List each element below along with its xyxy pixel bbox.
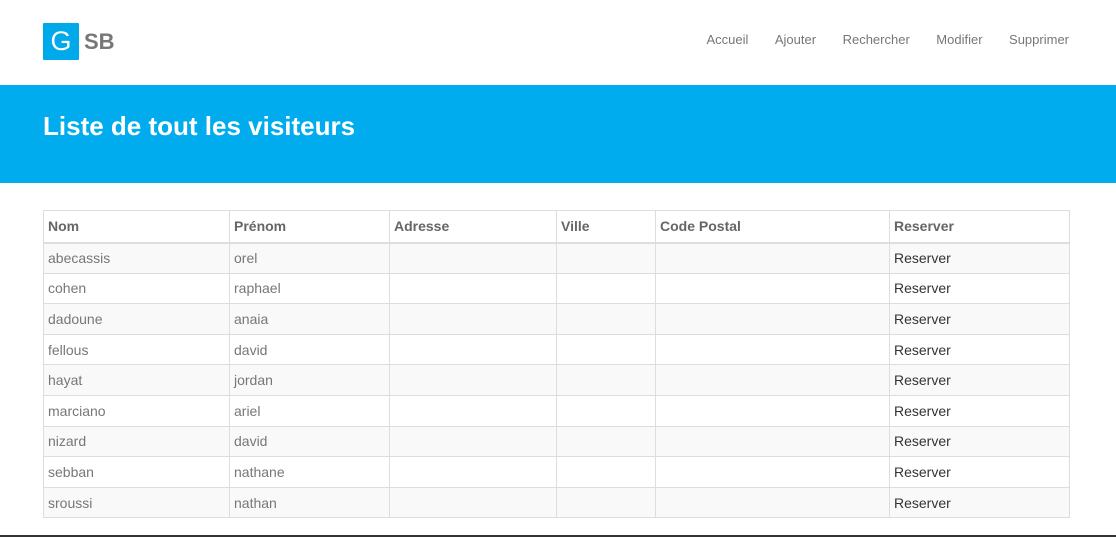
cell-nom: marciano bbox=[43, 394, 230, 427]
cell-code-postal bbox=[655, 486, 890, 519]
cell-adresse bbox=[389, 394, 557, 427]
cell-ville bbox=[556, 272, 656, 305]
navbar: G SB Accueil Ajouter Rechercher Modifier… bbox=[0, 0, 1116, 85]
cell-adresse bbox=[389, 486, 557, 519]
cell-prenom: david bbox=[229, 425, 390, 458]
page-banner: Liste de tout les visiteurs bbox=[0, 85, 1116, 183]
cell-prenom: david bbox=[229, 333, 390, 366]
cell-adresse bbox=[389, 456, 557, 488]
table-row: hayat jordan Reserver bbox=[43, 364, 1070, 396]
cell-ville bbox=[556, 486, 656, 519]
cell-ville bbox=[556, 394, 656, 427]
cell-ville bbox=[556, 364, 656, 396]
cell-code-postal bbox=[655, 364, 890, 396]
column-header-adresse: Adresse bbox=[389, 210, 557, 244]
cell-reserver: Reserver bbox=[889, 394, 1070, 427]
cell-ville bbox=[556, 456, 656, 488]
cell-nom: dadoune bbox=[43, 303, 230, 335]
reserver-link[interactable]: Reserver bbox=[894, 372, 951, 388]
cell-prenom: raphael bbox=[229, 272, 390, 305]
cell-ville bbox=[556, 242, 656, 274]
cell-reserver: Reserver bbox=[889, 242, 1070, 274]
nav-link-modifier[interactable]: Modifier bbox=[936, 32, 982, 48]
logo-icon: G bbox=[43, 23, 79, 60]
cell-code-postal bbox=[655, 394, 890, 427]
page-title: Liste de tout les visiteurs bbox=[43, 111, 356, 141]
cell-code-postal bbox=[655, 333, 890, 366]
cell-reserver: Reserver bbox=[889, 456, 1070, 488]
nav-link-rechercher[interactable]: Rechercher bbox=[843, 32, 910, 48]
cell-prenom: jordan bbox=[229, 364, 390, 396]
reserver-link[interactable]: Reserver bbox=[894, 403, 951, 419]
reserver-link[interactable]: Reserver bbox=[894, 250, 951, 266]
visitors-table: Nom Prénom Adresse Ville Code Postal Res… bbox=[43, 210, 1070, 519]
cell-prenom: nathan bbox=[229, 486, 390, 519]
column-header-code-postal: Code Postal bbox=[655, 210, 890, 244]
cell-nom: sebban bbox=[43, 456, 230, 488]
cell-code-postal bbox=[655, 456, 890, 488]
cell-nom: cohen bbox=[43, 272, 230, 305]
table-row: dadoune anaia Reserver bbox=[43, 303, 1070, 335]
reserver-link[interactable]: Reserver bbox=[894, 342, 951, 358]
cell-adresse bbox=[389, 333, 557, 366]
reserver-link[interactable]: Reserver bbox=[894, 495, 951, 511]
cell-prenom: nathane bbox=[229, 456, 390, 488]
table-row: fellous david Reserver bbox=[43, 333, 1070, 366]
table-row: cohen raphael Reserver bbox=[43, 272, 1070, 305]
cell-code-postal bbox=[655, 425, 890, 458]
brand-logo[interactable]: G SB bbox=[43, 23, 115, 60]
cell-adresse bbox=[389, 272, 557, 305]
cell-nom: sroussi bbox=[43, 486, 230, 519]
reserver-link[interactable]: Reserver bbox=[894, 464, 951, 480]
cell-ville bbox=[556, 303, 656, 335]
table-header-row: Nom Prénom Adresse Ville Code Postal Res… bbox=[43, 210, 1070, 244]
main-nav: Accueil Ajouter Rechercher Modifier Supp… bbox=[706, 32, 1069, 48]
cell-code-postal bbox=[655, 272, 890, 305]
table-row: sroussi nathan Reserver bbox=[43, 486, 1070, 519]
cell-nom: hayat bbox=[43, 364, 230, 396]
table-row: marciano ariel Reserver bbox=[43, 394, 1070, 427]
nav-link-accueil[interactable]: Accueil bbox=[706, 32, 748, 48]
table-row: nizard david Reserver bbox=[43, 425, 1070, 458]
cell-reserver: Reserver bbox=[889, 333, 1070, 366]
cell-code-postal bbox=[655, 303, 890, 335]
nav-link-ajouter[interactable]: Ajouter bbox=[775, 32, 816, 48]
cell-prenom: anaia bbox=[229, 303, 390, 335]
logo-text: SB bbox=[84, 28, 115, 54]
table-row: sebban nathane Reserver bbox=[43, 456, 1070, 488]
reserver-link[interactable]: Reserver bbox=[894, 311, 951, 327]
cell-ville bbox=[556, 425, 656, 458]
cell-ville bbox=[556, 333, 656, 366]
column-header-prenom: Prénom bbox=[229, 210, 390, 244]
cell-prenom: ariel bbox=[229, 394, 390, 427]
cell-adresse bbox=[389, 303, 557, 335]
cell-nom: nizard bbox=[43, 425, 230, 458]
cell-nom: abecassis bbox=[43, 242, 230, 274]
nav-link-supprimer[interactable]: Supprimer bbox=[1009, 32, 1069, 48]
cell-adresse bbox=[389, 242, 557, 274]
table-row: abecassis orel Reserver bbox=[43, 242, 1070, 274]
reserver-link[interactable]: Reserver bbox=[894, 280, 951, 296]
column-header-reserver: Reserver bbox=[889, 210, 1070, 244]
cell-reserver: Reserver bbox=[889, 486, 1070, 519]
cell-reserver: Reserver bbox=[889, 364, 1070, 396]
cell-adresse bbox=[389, 364, 557, 396]
cell-code-postal bbox=[655, 242, 890, 274]
reserver-link[interactable]: Reserver bbox=[894, 433, 951, 449]
column-header-nom: Nom bbox=[43, 210, 230, 244]
cell-adresse bbox=[389, 425, 557, 458]
column-header-ville: Ville bbox=[556, 210, 656, 244]
cell-nom: fellous bbox=[43, 333, 230, 366]
cell-reserver: Reserver bbox=[889, 303, 1070, 335]
cell-prenom: orel bbox=[229, 242, 390, 274]
visitors-table-container: Nom Prénom Adresse Ville Code Postal Res… bbox=[43, 210, 1070, 519]
cell-reserver: Reserver bbox=[889, 425, 1070, 458]
cell-reserver: Reserver bbox=[889, 272, 1070, 305]
